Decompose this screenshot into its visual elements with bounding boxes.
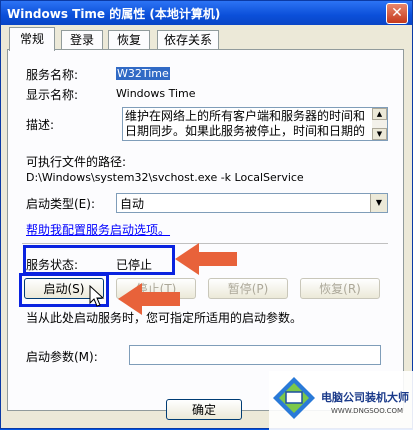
watermark: 电脑公司装机大师 WWW.DNGSOO.COM xyxy=(269,371,413,430)
description-scrollbar[interactable]: ▲ ▼ xyxy=(372,108,387,140)
watermark-url: WWW.DNGSOO.COM xyxy=(331,407,404,415)
startup-type-label: 启动类型(E): xyxy=(26,197,95,211)
help-configure-link[interactable]: 帮助我配置服务启动选项。 xyxy=(26,221,170,238)
dropdown-arrow-icon[interactable]: ▼ xyxy=(370,194,387,212)
resume-button[interactable]: 恢复(R) xyxy=(300,278,380,299)
close-button[interactable]: ✕ xyxy=(386,3,408,24)
start-params-label: 启动参数(M): xyxy=(26,350,98,364)
tab-recovery[interactable]: 恢复 xyxy=(108,30,150,50)
status-highlight-box xyxy=(23,245,175,275)
service-name-value: W32Time xyxy=(116,67,170,80)
display-name-label: 显示名称: xyxy=(26,88,79,102)
display-name-value: Windows Time xyxy=(116,87,196,100)
title-bar[interactable]: Windows Time 的属性 (本地计算机) ✕ xyxy=(1,1,412,25)
tab-dependencies[interactable]: 依存关系 xyxy=(157,30,219,50)
exec-path-label: 可执行文件的路径: xyxy=(26,155,127,169)
mouse-cursor-icon xyxy=(89,285,105,307)
exec-path-value: D:\Windows\system32\svchost.exe -k Local… xyxy=(26,171,304,184)
service-name-label: 服务名称: xyxy=(26,68,79,82)
start-params-input[interactable] xyxy=(129,345,381,365)
watermark-name: 电脑公司装机大师 xyxy=(321,391,409,404)
ok-button[interactable]: 确定 xyxy=(166,399,242,420)
startup-type-select[interactable]: 自动 ▼ xyxy=(116,193,388,213)
status-arrow-icon xyxy=(175,243,237,275)
service-properties-dialog: Windows Time 的属性 (本地计算机) ✕ 常规 登录 恢复 依存关系… xyxy=(0,0,413,430)
scroll-down-icon[interactable]: ▼ xyxy=(372,128,387,140)
watermark-logo-icon xyxy=(273,377,315,419)
description-box[interactable]: 维护在网络上的所有客户端和服务器的时间和日期同步。如果此服务被停止，时间和日期的… xyxy=(122,107,388,141)
service-name-selected-text[interactable]: W32Time xyxy=(116,67,170,80)
start-arrow-icon xyxy=(118,283,180,315)
startup-type-value: 自动 xyxy=(120,197,145,211)
description-text: 维护在网络上的所有客户端和服务器的时间和日期同步。如果此服务被停止，时间和日期的 xyxy=(125,109,366,138)
pause-button[interactable]: 暂停(P) xyxy=(208,278,288,299)
window-title: Windows Time 的属性 (本地计算机) xyxy=(7,7,221,21)
description-label: 描述: xyxy=(26,118,55,132)
tab-general[interactable]: 常规 xyxy=(9,27,55,51)
tab-logon[interactable]: 登录 xyxy=(61,30,103,50)
scroll-up-icon[interactable]: ▲ xyxy=(372,108,387,120)
